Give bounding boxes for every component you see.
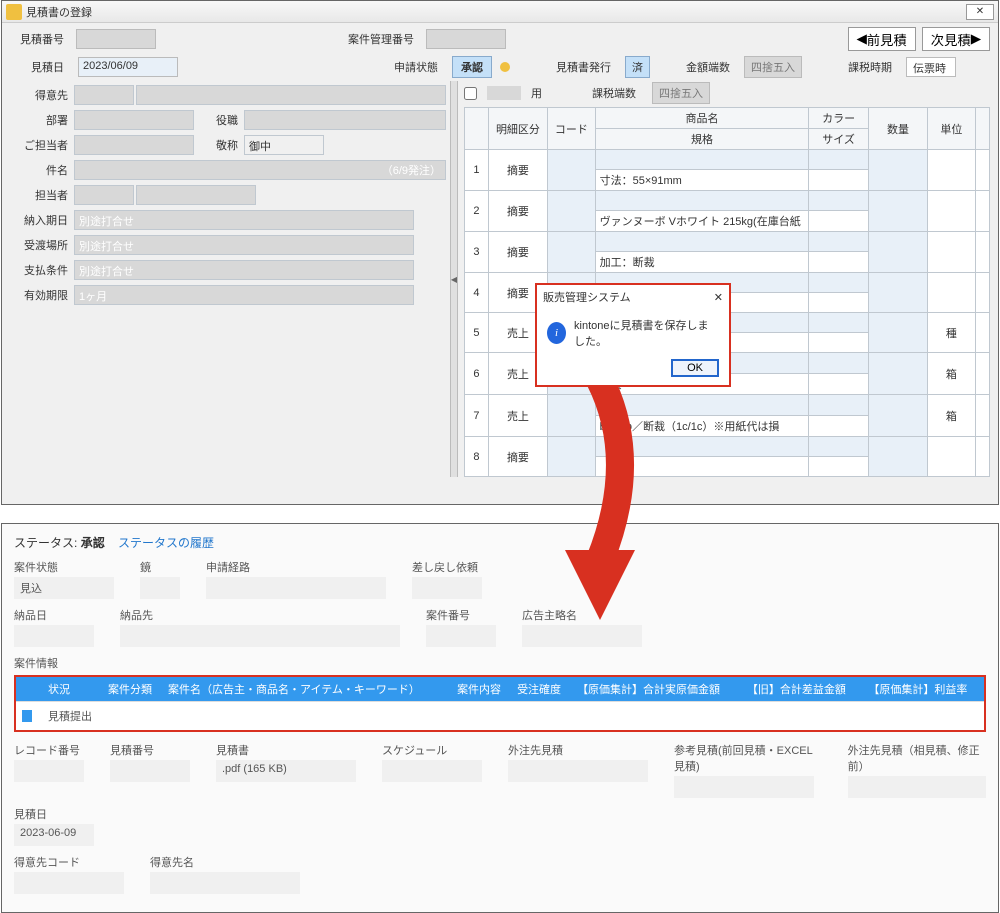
app-icon: [6, 4, 22, 20]
issue-value: 済: [625, 56, 650, 78]
status-label: ステータス:: [14, 536, 77, 550]
customer-code[interactable]: [74, 85, 134, 105]
honorific-field[interactable]: 御中: [244, 135, 324, 155]
info-dialog: 販売管理システム ✕ i kintoneに見積書を保存しました。 OK: [535, 283, 731, 387]
person-code[interactable]: [74, 185, 134, 205]
close-icon[interactable]: ✕: [966, 4, 994, 20]
quote-doc-field[interactable]: .pdf (165 KB): [216, 760, 356, 782]
for-checkbox[interactable]: [464, 87, 477, 100]
ship-to-label: 納品先: [120, 607, 400, 623]
cust-name-label: 得意先名: [150, 854, 300, 870]
honorific-label: 敬称: [194, 137, 244, 153]
issue-label: 見積書発行: [556, 59, 617, 75]
b-quote-no-label: 見積番号: [110, 742, 190, 758]
prev-quote-button[interactable]: ◀ 前見積: [848, 27, 916, 51]
app-status-value: 承認: [452, 56, 492, 78]
table-row[interactable]: 見積提出: [16, 702, 984, 731]
dialog-title: 販売管理システム: [543, 289, 631, 305]
info-icon: i: [547, 322, 566, 344]
rec-no-field: [14, 760, 84, 782]
tax-frac-label: 課税端数: [592, 85, 642, 101]
subject-field[interactable]: （6/9発注）: [74, 160, 446, 180]
b-quote-date-label: 見積日: [14, 806, 94, 822]
dialog-message: kintoneに見積書を保存しました。: [574, 317, 719, 349]
cust-code-label: 得意先コード: [14, 854, 124, 870]
ext-quote2-label: 外注先見積（相見積、修正前）: [848, 742, 986, 774]
schedule-field: [382, 760, 482, 782]
dept-label: 部署: [14, 112, 74, 128]
b-quote-no-field: [110, 760, 190, 782]
doc-icon: [22, 710, 32, 722]
next-quote-button[interactable]: 次見積 ▶: [922, 27, 990, 51]
title-label: 役職: [194, 112, 244, 128]
validity-label: 有効期限: [14, 287, 74, 303]
route-field: [206, 577, 386, 599]
tax-time-value: 伝票時: [906, 57, 956, 77]
kagami-field: [140, 577, 180, 599]
delivery-label: 納入期日: [14, 212, 74, 228]
ext-quote2-field: [848, 776, 986, 798]
rec-no-label: レコード番号: [14, 742, 84, 758]
payment-label: 支払条件: [14, 262, 74, 278]
ok-button[interactable]: OK: [671, 359, 719, 377]
window-title: 見積書の登録: [26, 4, 92, 20]
ext-quote-label: 外注先見積: [508, 742, 648, 758]
case-info-header: 案件情報: [14, 655, 986, 671]
case-no-label: 案件管理番号: [348, 31, 420, 47]
status-value: 承認: [81, 536, 105, 550]
person-label: 担当者: [14, 187, 74, 203]
tax-frac-select[interactable]: 四捨五入: [652, 82, 710, 104]
payment-field[interactable]: 別途打合せ: [74, 260, 414, 280]
app-status-label: 申請状態: [394, 59, 444, 75]
ship-date-field: [14, 625, 94, 647]
dept-field[interactable]: [74, 110, 194, 130]
reject-field: [412, 577, 482, 599]
customer-name[interactable]: [136, 85, 446, 105]
schedule-label: スケジュール: [382, 742, 482, 758]
contact-field[interactable]: [74, 135, 194, 155]
case-info-table: 状況案件分類 案件名（広告主・商品名・アイテム・キーワード）案件内容 受注確度【…: [16, 677, 984, 730]
status-history-link[interactable]: ステータスの履歴: [118, 536, 214, 550]
tax-time-label: 課税時期: [848, 59, 898, 75]
b-quote-date-field: 2023-06-09: [14, 824, 94, 846]
case-no-field[interactable]: [426, 29, 506, 49]
ship-date-label: 納品日: [14, 607, 94, 623]
validity-field[interactable]: 1ヶ月: [74, 285, 414, 305]
cust-code-field: [14, 872, 124, 894]
customer-label: 得意先: [14, 87, 74, 103]
route-label: 申請経路: [206, 559, 386, 575]
amount-frac-select[interactable]: 四捨五入: [744, 56, 802, 78]
quote-no-field[interactable]: [76, 29, 156, 49]
redacted: [487, 86, 521, 100]
location-field[interactable]: 別途打合せ: [74, 235, 414, 255]
dialog-close-icon[interactable]: ✕: [714, 291, 723, 304]
cust-name-field: [150, 872, 300, 894]
quote-date-field[interactable]: 2023/06/09: [78, 57, 178, 77]
person-name[interactable]: [136, 185, 256, 205]
ext-quote-field: [508, 760, 648, 782]
b-case-no-label: 案件番号: [426, 607, 496, 623]
ship-to-field: [120, 625, 400, 647]
for-label: 用: [531, 85, 542, 101]
splitter[interactable]: ◀: [450, 81, 458, 477]
quote-no-label: 見積番号: [10, 31, 70, 47]
case-status-field: 見込: [14, 577, 114, 599]
b-case-no-field: [426, 625, 496, 647]
delivery-field[interactable]: 別途打合せ: [74, 210, 414, 230]
arrow-icon: [560, 380, 680, 640]
location-label: 受渡場所: [14, 237, 74, 253]
subject-label: 件名: [14, 162, 74, 178]
reject-label: 差し戻し依頼: [412, 559, 482, 575]
quote-date-label: 見積日: [14, 59, 70, 75]
quote-doc-label: 見積書: [216, 742, 356, 758]
status-dot-icon: [500, 62, 510, 72]
case-status-label: 案件状態: [14, 559, 114, 575]
kagami-label: 鏡: [140, 559, 180, 575]
title-field[interactable]: [244, 110, 446, 130]
contact-label: ご担当者: [14, 137, 74, 153]
ref-quote-label: 参考見積(前回見積・EXCEL見積): [674, 742, 822, 774]
ref-quote-field: [674, 776, 814, 798]
amount-frac-label: 金額端数: [686, 59, 736, 75]
